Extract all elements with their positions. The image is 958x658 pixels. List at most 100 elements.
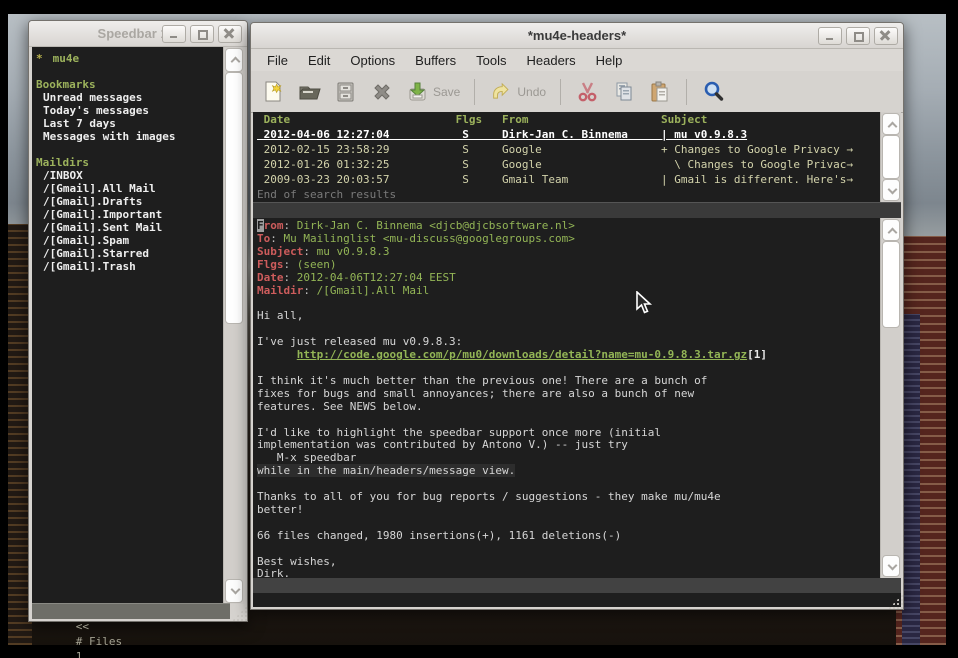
desktop: Speedbar 1.0 *mu4eBookmarksUnread messag… xyxy=(0,0,958,658)
speedbar-item[interactable]: /[Gmail].Spam xyxy=(36,234,224,247)
search-button[interactable] xyxy=(701,79,726,104)
new-file-icon xyxy=(261,79,286,104)
scroll-up-icon[interactable] xyxy=(882,219,900,241)
menu-edit[interactable]: Edit xyxy=(298,51,340,70)
message-body-line: fixes for bugs and small annoyances; the… xyxy=(257,388,879,401)
speedbar-statusbar: << # Files 1 >> xyxy=(32,603,230,619)
toolbar-separator xyxy=(560,79,561,105)
dired-button[interactable] xyxy=(333,79,358,104)
speedbar-root-mu4e[interactable]: mu4e xyxy=(53,52,80,65)
message-body-line: while in the main/headers/message view. xyxy=(257,465,879,478)
copy-button[interactable] xyxy=(611,79,636,104)
message-body-line: I think it's much better than the previo… xyxy=(257,375,879,388)
scroll-up-icon[interactable] xyxy=(882,113,900,135)
speedbar-titlebar[interactable]: Speedbar 1.0 xyxy=(29,21,247,47)
cut-icon xyxy=(575,79,600,104)
speedbar-item[interactable]: /[Gmail].Starred xyxy=(36,247,224,260)
text-cursor: F xyxy=(257,219,264,232)
scroll-down-icon[interactable] xyxy=(882,555,900,577)
menu-buffers[interactable]: Buffers xyxy=(405,51,466,70)
message-header-field: Maildir: /[Gmail].All Mail xyxy=(257,285,879,298)
cut-button[interactable] xyxy=(575,79,600,104)
speedbar-scrollbar[interactable] xyxy=(223,47,244,604)
scrollbar-thumb[interactable] xyxy=(882,241,900,328)
scroll-down-icon[interactable] xyxy=(882,179,900,201)
wallpaper-building xyxy=(902,314,920,645)
header-row[interactable]: 2012-01-26 01:32:25 S Google \ Changes t… xyxy=(257,157,879,172)
emacs-titlebar[interactable]: *mu4e-headers* xyxy=(251,23,903,49)
save-label: Save xyxy=(433,85,460,99)
speedbar-item[interactable]: Last 7 days xyxy=(36,117,224,130)
speedbar-item[interactable]: /[Gmail].Trash xyxy=(36,260,224,273)
save-button[interactable]: Save xyxy=(405,79,460,104)
menu-headers[interactable]: Headers xyxy=(516,51,585,70)
message-body-line: better! xyxy=(257,504,879,517)
view-scrollbar[interactable] xyxy=(880,218,901,578)
scrollbar-thumb[interactable] xyxy=(882,135,900,179)
menu-help[interactable]: Help xyxy=(586,51,633,70)
message-body-line: Best wishes, xyxy=(257,556,879,569)
speedbar-section-heading: Maildirs xyxy=(36,156,224,169)
new-file-button[interactable] xyxy=(261,79,286,104)
scrollbar-thumb[interactable] xyxy=(225,72,243,324)
speedbar-item[interactable]: /INBOX xyxy=(36,169,224,182)
paste-button[interactable] xyxy=(647,79,672,104)
message-body-line: 66 files changed, 1980 insertions(+), 11… xyxy=(257,530,879,543)
message-body-line xyxy=(257,543,879,556)
header-row[interactable]: 2009-03-23 20:03:57 S Gmail Team | Gmail… xyxy=(257,172,879,187)
menu-options[interactable]: Options xyxy=(340,51,405,70)
paste-icon xyxy=(647,79,672,104)
speedbar-item[interactable]: /[Gmail].Sent Mail xyxy=(36,221,224,234)
speedbar-item[interactable]: /[Gmail].Drafts xyxy=(36,195,224,208)
scroll-up-icon[interactable] xyxy=(225,48,243,72)
speedbar-fringe-star: * xyxy=(36,52,43,65)
speedbar-item[interactable]: Messages with images xyxy=(36,130,224,143)
emacs-title: *mu4e-headers* xyxy=(528,28,626,43)
speedbar-item[interactable]: Unread messages xyxy=(36,91,224,104)
toolbar-separator xyxy=(686,79,687,105)
emacs-window: *mu4e-headers* FileEditOptionsBuffersToo… xyxy=(250,22,904,610)
search-icon xyxy=(701,79,726,104)
maximize-icon[interactable] xyxy=(190,25,214,43)
mu4e-view-pane: From: Dirk-Jan C. Binnema <djcb@djcbsoft… xyxy=(253,218,901,578)
message-link[interactable]: http://code.google.com/p/mu0/downloads/d… xyxy=(297,348,747,361)
headers-scrollbar[interactable] xyxy=(880,112,901,202)
speedbar-item[interactable]: /[Gmail].All Mail xyxy=(36,182,224,195)
speedbar-item[interactable]: Today's messages xyxy=(36,104,224,117)
editor-area: Date Flgs From Subject 2012-04-06 12:27:… xyxy=(253,112,901,607)
headers-column-row: Date Flgs From Subject xyxy=(257,112,879,127)
close-icon[interactable] xyxy=(874,27,898,45)
maximize-icon[interactable] xyxy=(846,27,870,45)
file-cabinet-icon xyxy=(333,79,358,104)
speedbar-window: Speedbar 1.0 *mu4eBookmarksUnread messag… xyxy=(28,20,248,622)
toolbar-separator xyxy=(474,79,475,105)
menu-bar: FileEditOptionsBuffersToolsHeadersHelp xyxy=(251,49,903,71)
undo-icon xyxy=(489,79,514,104)
speedbar-scroll-left[interactable]: << xyxy=(76,620,89,633)
message-view: From: Dirk-Jan C. Binnema <djcb@djcbsoft… xyxy=(257,218,879,578)
header-row[interactable]: 2012-04-06 12:27:04 S Dirk-Jan C. Binnem… xyxy=(257,127,879,142)
close-icon[interactable] xyxy=(218,25,242,43)
scroll-down-icon[interactable] xyxy=(225,579,243,603)
minimize-icon[interactable] xyxy=(162,25,186,43)
speedbar-content: *mu4eBookmarksUnread messagesToday's mes… xyxy=(32,47,224,604)
header-row[interactable]: 2012-02-15 23:58:29 S Google + Changes t… xyxy=(257,142,879,157)
close-buffer-button[interactable] xyxy=(369,79,394,104)
speedbar-files-label: # Files xyxy=(76,635,122,648)
menu-tools[interactable]: Tools xyxy=(466,51,516,70)
end-of-results-text: End of search results xyxy=(257,187,879,202)
message-body-line: http://code.google.com/p/mu0/downloads/d… xyxy=(257,349,879,362)
minimize-icon[interactable] xyxy=(818,27,842,45)
message-body-line xyxy=(257,414,879,427)
open-folder-icon xyxy=(297,79,322,104)
view-modeline: U:%*- *mu4e-view* Top L1 (mu4e:view) xyxy=(253,578,901,593)
minibuffer[interactable] xyxy=(253,593,901,607)
undo-button[interactable]: Undo xyxy=(489,79,546,104)
message-header-field: Subject: mu v0.9.8.3 xyxy=(257,246,879,259)
resize-grip[interactable] xyxy=(232,606,247,621)
menu-file[interactable]: File xyxy=(257,51,298,70)
open-folder-button[interactable] xyxy=(297,79,322,104)
speedbar-item[interactable]: /[Gmail].Important xyxy=(36,208,224,221)
message-body-line: Thanks to all of you for bug reports / s… xyxy=(257,491,879,504)
headers-modeline: U:%*- *mu4e-headers* All L1 (mu4e-header… xyxy=(253,202,901,218)
